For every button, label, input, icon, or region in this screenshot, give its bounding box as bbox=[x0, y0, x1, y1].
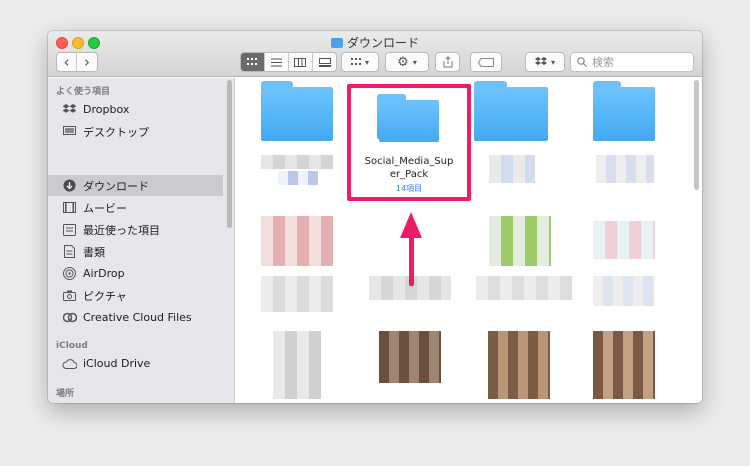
sidebar-item-label: AirDrop bbox=[83, 267, 125, 280]
pictures-icon bbox=[62, 288, 77, 303]
sidebar-item-creative-cloud[interactable]: Creative Cloud Files bbox=[48, 307, 223, 328]
gear-icon: ⚙ bbox=[397, 54, 409, 70]
downloads-icon bbox=[62, 178, 77, 193]
folder-icon[interactable] bbox=[261, 81, 333, 141]
blurred-label bbox=[278, 171, 318, 185]
blurred-label bbox=[489, 155, 535, 183]
blurred-thumbnail[interactable] bbox=[593, 221, 655, 259]
blurred-thumbnail[interactable] bbox=[273, 331, 321, 399]
forward-button[interactable]: › bbox=[77, 53, 97, 71]
sidebar-item-pictures[interactable]: ピクチャ bbox=[48, 285, 223, 306]
sidebar-item-label: 書類 bbox=[83, 245, 105, 259]
tag-icon bbox=[478, 57, 494, 67]
navigation-buttons: ‹ › bbox=[56, 52, 98, 72]
action-menu-button[interactable]: ⚙ ▾ bbox=[385, 52, 429, 72]
recents-icon bbox=[62, 222, 77, 237]
blurred-label bbox=[261, 155, 333, 169]
annotation-arrow-shaft bbox=[409, 234, 414, 286]
list-icon bbox=[270, 58, 282, 66]
blurred-thumbnail[interactable] bbox=[489, 216, 551, 266]
window-title: ダウンロード bbox=[48, 34, 702, 51]
chevron-down-icon: ▾ bbox=[412, 57, 417, 67]
blurred-thumbnail[interactable] bbox=[593, 331, 655, 399]
grid-icon bbox=[350, 58, 361, 65]
blurred-label bbox=[593, 276, 655, 306]
icon-view-button[interactable] bbox=[241, 53, 265, 71]
share-icon bbox=[443, 56, 452, 68]
folder-icon bbox=[330, 38, 343, 48]
desktop-icon bbox=[62, 124, 77, 139]
share-button[interactable] bbox=[435, 52, 460, 72]
title-bar: ダウンロード ‹ › ▾ ⚙ ▾ ▾ 検索 bbox=[48, 31, 702, 77]
blurred-label bbox=[476, 276, 572, 300]
sidebar-scrollbar[interactable] bbox=[227, 80, 232, 228]
sidebar-item-icloud-drive[interactable]: iCloud Drive bbox=[48, 353, 223, 374]
folder-name-line-2: er_Pack bbox=[389, 169, 429, 180]
folder-icon[interactable] bbox=[474, 81, 548, 141]
section-favorites: よく使う項目 bbox=[56, 87, 111, 97]
dropbox-icon bbox=[62, 102, 77, 117]
movies-icon bbox=[62, 200, 77, 215]
folder-icon[interactable] bbox=[593, 81, 655, 141]
gallery-view-button[interactable] bbox=[313, 53, 337, 71]
folder-name-line-1: Social_Media_Sup bbox=[364, 156, 454, 167]
sidebar-item-label: デスクトップ bbox=[83, 125, 149, 139]
chevron-down-icon: ▾ bbox=[550, 57, 555, 67]
section-locations: 場所 bbox=[56, 389, 75, 399]
back-button[interactable]: ‹ bbox=[57, 53, 78, 71]
columns-icon bbox=[294, 57, 306, 67]
sidebar-item-label: ピクチャ bbox=[83, 289, 127, 303]
sidebar-item-recents[interactable]: 最近使った項目 bbox=[48, 219, 223, 240]
folder-icon[interactable] bbox=[379, 94, 439, 142]
sidebar-item-label: Dropbox bbox=[83, 103, 130, 116]
search-icon bbox=[577, 57, 587, 67]
chevron-down-icon: ▾ bbox=[364, 57, 369, 67]
documents-icon bbox=[62, 244, 77, 259]
sidebar-item-desktop[interactable]: デスクトップ bbox=[48, 121, 223, 142]
cloud-icon bbox=[62, 356, 77, 371]
content-scrollbar[interactable] bbox=[694, 80, 699, 190]
sidebar-item-movies[interactable]: ムービー bbox=[48, 197, 223, 218]
blurred-label bbox=[596, 155, 654, 183]
dropbox-menu-button[interactable]: ▾ bbox=[525, 52, 565, 72]
sidebar-item-dropbox[interactable]: Dropbox bbox=[48, 99, 223, 120]
sidebar-item-documents[interactable]: 書類 bbox=[48, 241, 223, 262]
folder-item-count: 14項目 bbox=[395, 184, 423, 193]
blurred-thumbnail[interactable] bbox=[261, 216, 333, 266]
sidebar-item-label: 最近使った項目 bbox=[83, 223, 160, 237]
sidebar-item-downloads[interactable]: ダウンロード bbox=[48, 175, 223, 196]
blurred-thumbnail[interactable] bbox=[379, 331, 441, 383]
sidebar-item-label: ムービー bbox=[83, 201, 127, 215]
sidebar-item-label: ダウンロード bbox=[83, 179, 149, 193]
list-view-button[interactable] bbox=[265, 53, 289, 71]
arrange-button[interactable]: ▾ bbox=[341, 52, 379, 72]
sidebar-item-label: iCloud Drive bbox=[83, 357, 151, 370]
creative-cloud-icon bbox=[62, 310, 77, 325]
sidebar: よく使う項目 Dropbox デスクトップ ダウンロード ムービー 最近使った項… bbox=[48, 78, 235, 403]
blurred-thumbnail[interactable] bbox=[488, 331, 550, 399]
section-icloud: iCloud bbox=[56, 341, 88, 351]
gallery-icon bbox=[318, 57, 331, 67]
dropbox-icon bbox=[534, 57, 547, 65]
grid-icon bbox=[247, 58, 257, 65]
edit-tags-button[interactable] bbox=[470, 52, 502, 72]
column-view-button[interactable] bbox=[289, 53, 313, 71]
highlighted-folder-name[interactable]: Social_Media_Sup er_Pack bbox=[351, 155, 467, 181]
search-field[interactable]: 検索 bbox=[570, 52, 694, 72]
sidebar-item-airdrop[interactable]: AirDrop bbox=[48, 263, 223, 284]
sidebar-item-location[interactable] bbox=[48, 401, 223, 403]
blurred-label bbox=[261, 276, 333, 312]
view-mode-control bbox=[240, 52, 337, 72]
search-placeholder: 検索 bbox=[592, 56, 614, 69]
sidebar-item-label: Creative Cloud Files bbox=[83, 311, 192, 324]
airdrop-icon bbox=[62, 266, 77, 281]
